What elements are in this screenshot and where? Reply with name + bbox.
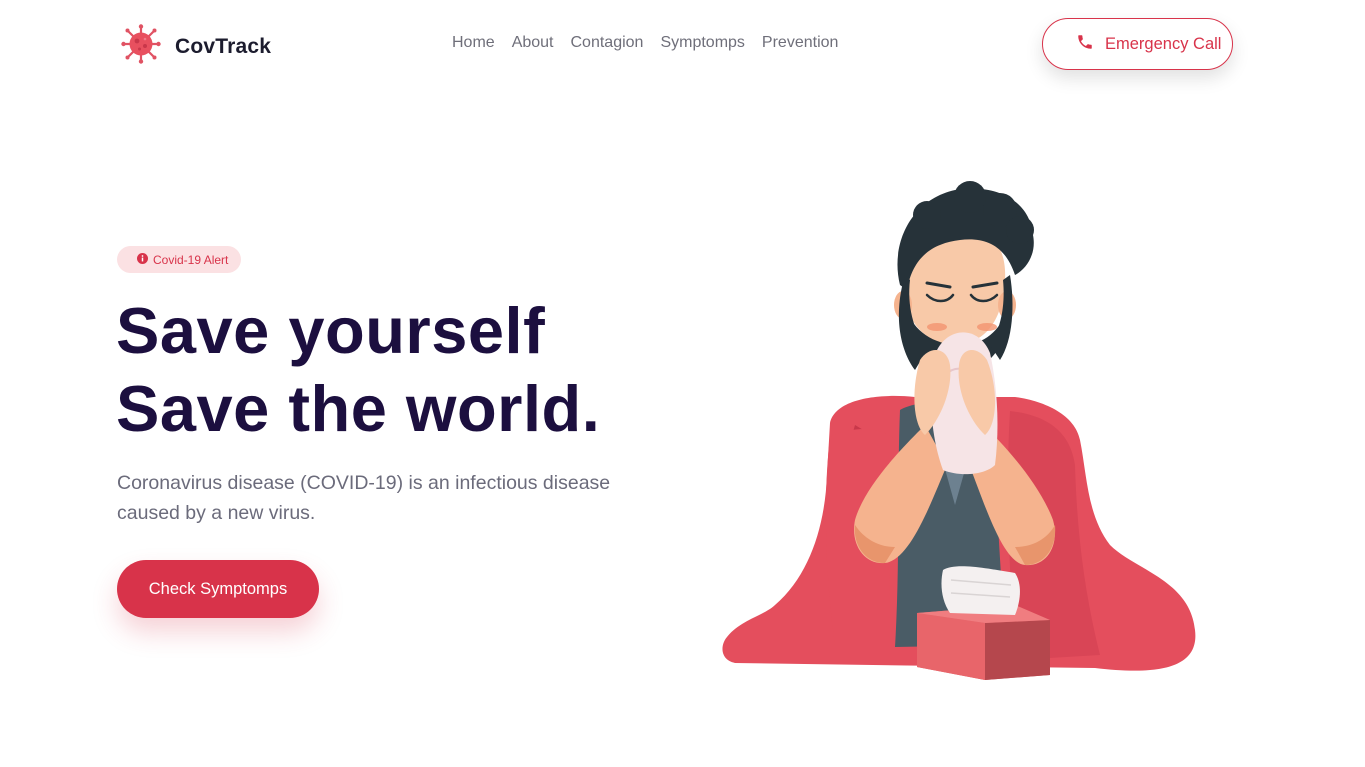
hero-title: Save yourself Save the world.	[116, 292, 600, 448]
nav-link-contagion[interactable]: Contagion	[571, 34, 644, 52]
hero-title-line-1: Save yourself	[116, 294, 546, 367]
nav-link-symptomps[interactable]: Symptomps	[660, 34, 744, 52]
virus-icon	[121, 24, 161, 69]
navbar: CovTrack Home About Contagion Symptomps …	[0, 0, 1365, 88]
covid-alert-badge: Covid-19 Alert	[117, 246, 242, 273]
brand[interactable]: CovTrack	[121, 24, 271, 69]
phone-icon	[1076, 33, 1094, 56]
hero-description: Coronavirus disease (COVID-19) is an inf…	[117, 472, 611, 524]
sneezing-man-illustration	[715, 175, 1205, 685]
nav-link-prevention[interactable]: Prevention	[762, 34, 839, 52]
nav-link-about[interactable]: About	[512, 34, 554, 52]
emergency-call-button[interactable]: Emergency Call	[1042, 18, 1233, 70]
main-nav: Home About Contagion Symptomps Preventio…	[452, 34, 855, 52]
brand-name: CovTrack	[175, 34, 272, 58]
nav-link-home[interactable]: Home	[452, 34, 495, 52]
info-icon	[137, 252, 148, 267]
emergency-call-label: Emergency Call	[1105, 34, 1222, 53]
hero-title-line-2: Save the world.	[116, 372, 601, 445]
check-symptomps-button[interactable]: Check Symptomps	[117, 560, 319, 618]
alert-badge-label: Covid-19 Alert	[153, 252, 229, 267]
